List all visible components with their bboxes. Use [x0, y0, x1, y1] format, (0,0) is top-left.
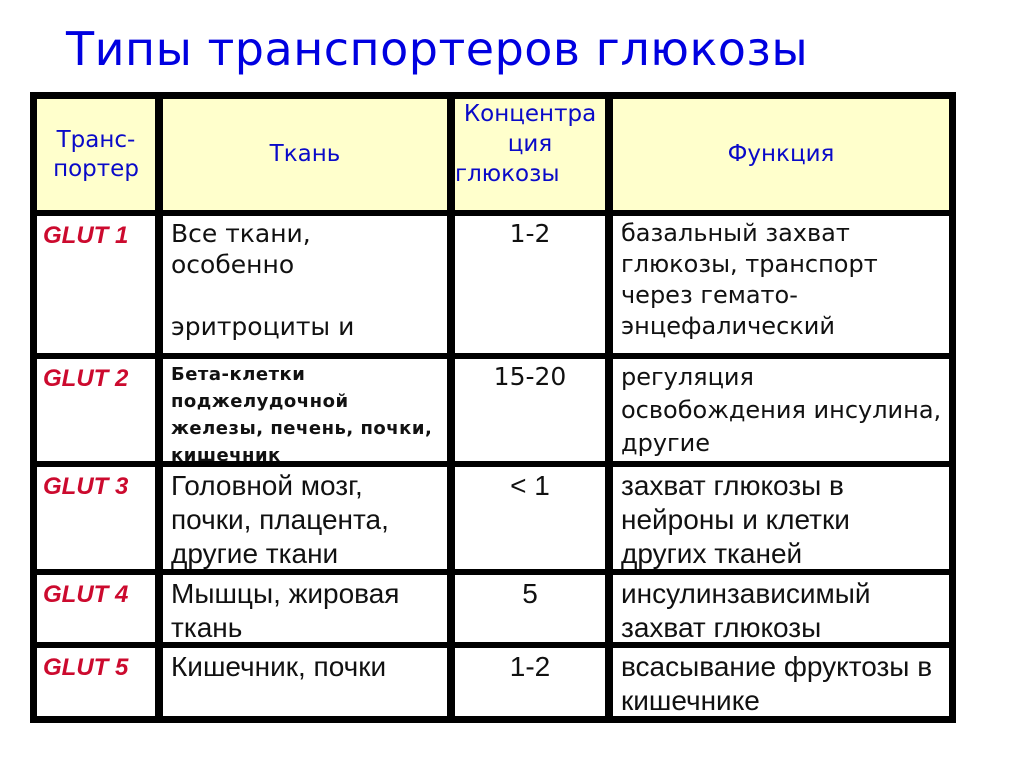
concentration-cell: 5 [455, 575, 605, 642]
transporter-cell: GLUT 4 [37, 575, 155, 642]
header-transporter: Транс- портер [37, 99, 155, 210]
transporter-cell: GLUT 5 [37, 648, 155, 716]
concentration-cell: 1-2 [455, 648, 605, 716]
transporter-cell: GLUT 3 [37, 467, 155, 569]
tissue-cell: Кишечник, почки [163, 648, 447, 716]
header-concentration-line2: ция [507, 131, 553, 157]
header-concentration-line3: глюкозы [455, 161, 560, 187]
header-concentration-line1: Концентра [463, 101, 597, 127]
tissue-cell: Головной мозг, почки, плацента, другие т… [163, 467, 447, 569]
tissue-cell: Мышцы, жировая ткань [163, 575, 447, 642]
function-cell: инсулинзависимый захват глюкозы [613, 575, 949, 642]
function-cell: всасывание фруктозы в кишечнике [613, 648, 949, 716]
header-function: Функция [613, 99, 949, 210]
glucose-transporters-table: Транс- портер Ткань Концентра ция глюкоз… [30, 92, 956, 723]
function-cell: регуляция освобождения инсулина, другие [613, 359, 949, 461]
header-transporter-line2: портер [53, 155, 139, 182]
header-transporter-line1: Транс- [56, 126, 136, 153]
function-cell: захват глюкозы в нейроны и клетки других… [613, 467, 949, 569]
header-concentration: Концентра ция глюкозы [455, 99, 605, 210]
concentration-cell: < 1 [455, 467, 605, 569]
concentration-cell: 15-20 [455, 359, 605, 461]
tissue-cell: Все ткани, особенно эритроциты и [163, 216, 447, 353]
function-cell: базальный захват глюкозы, транспорт чере… [613, 216, 949, 353]
concentration-cell: 1-2 [455, 216, 605, 353]
tissue-cell: Бета-клетки поджелудочной железы, печень… [163, 359, 447, 461]
transporter-cell: GLUT 1 [37, 216, 155, 353]
page-title: Типы транспортеров глюкозы [66, 22, 809, 76]
header-tissue: Ткань [163, 99, 447, 210]
transporter-cell: GLUT 2 [37, 359, 155, 461]
